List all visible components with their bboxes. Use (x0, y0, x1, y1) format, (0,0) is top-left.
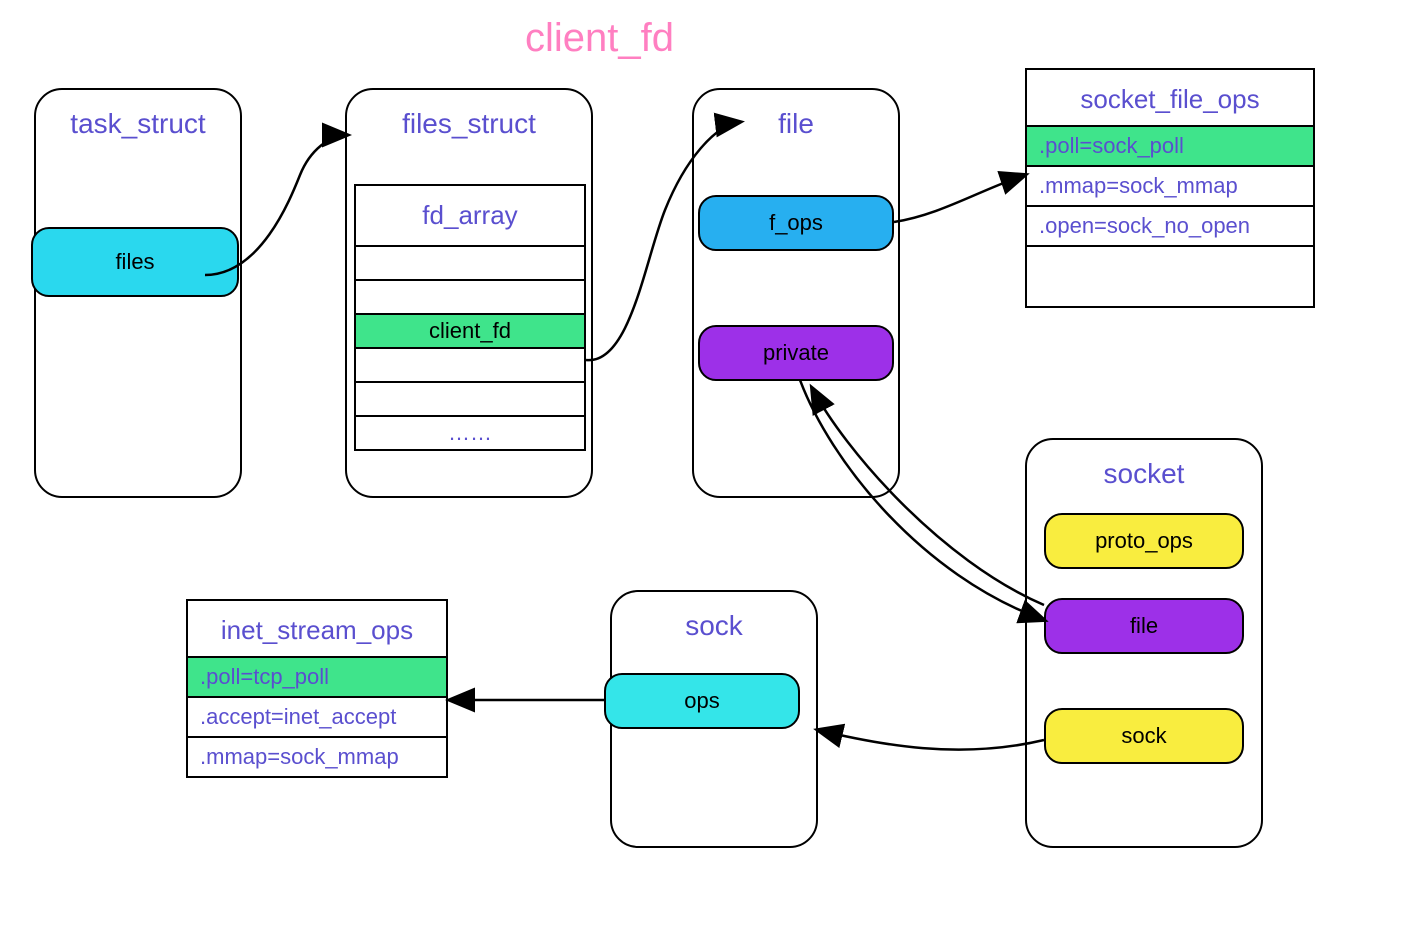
arrow-socket-sock-to-sock (818, 730, 1044, 750)
fd-array-label: fd_array (356, 186, 584, 245)
fd-array-row-0 (356, 245, 584, 279)
fd-array-row-3 (356, 347, 584, 381)
socket-file-ops-row-open: .open=sock_no_open (1027, 205, 1313, 247)
sock-ops-pill: ops (604, 673, 800, 729)
socket-sock-pill: sock (1044, 708, 1244, 764)
file-fops-pill: f_ops (698, 195, 894, 251)
files-struct-title: files_struct (347, 108, 591, 140)
fd-array-table: fd_array client_fd …… (354, 184, 586, 451)
file-private-pill: private (698, 325, 894, 381)
inet-stream-ops-title: inet_stream_ops (188, 601, 446, 656)
inet-stream-ops-row-poll: .poll=tcp_poll (188, 656, 446, 696)
inet-stream-ops-box: inet_stream_ops .poll=tcp_poll .accept=i… (186, 599, 448, 778)
diagram-canvas: client_fd task_struct files files_struct… (0, 0, 1418, 928)
socket-file-ops-title: socket_file_ops (1027, 70, 1313, 125)
fd-array-row-clientfd: client_fd (356, 313, 584, 347)
arrow-fops-to-socketfileops (894, 175, 1025, 222)
inet-stream-ops-row-accept: .accept=inet_accept (188, 696, 446, 736)
socket-file-pill: file (1044, 598, 1244, 654)
socket-protoops-pill: proto_ops (1044, 513, 1244, 569)
socket-file-ops-row-poll: .poll=sock_poll (1027, 125, 1313, 165)
sock-title: sock (612, 610, 816, 642)
fd-array-row-more: …… (356, 415, 584, 449)
fd-array-row-1 (356, 279, 584, 313)
inet-stream-ops-row-mmap: .mmap=sock_mmap (188, 736, 446, 776)
socket-file-ops-row-mmap: .mmap=sock_mmap (1027, 165, 1313, 205)
task-struct-title: task_struct (36, 108, 240, 140)
socket-title: socket (1027, 458, 1261, 490)
task-struct-files-pill: files (31, 227, 239, 297)
socket-file-ops-box: socket_file_ops .poll=sock_poll .mmap=so… (1025, 68, 1315, 308)
file-box: file (692, 88, 900, 498)
fd-array-row-4 (356, 381, 584, 415)
file-title: file (694, 108, 898, 140)
diagram-title: client_fd (525, 16, 674, 61)
